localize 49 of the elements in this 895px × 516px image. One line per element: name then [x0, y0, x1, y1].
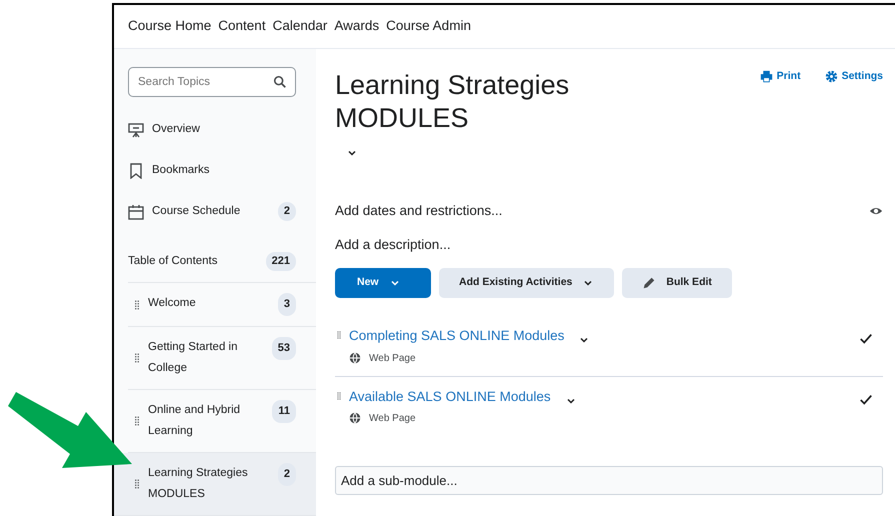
- module-label: Welcome: [148, 296, 197, 311]
- module-item[interactable]: Welcome 3: [128, 283, 316, 327]
- count-badge: 3: [278, 293, 296, 316]
- pencil-icon: [642, 276, 656, 290]
- topic-link[interactable]: Available SALS ONLINE Modules: [349, 386, 551, 407]
- module-label: Getting Started in College: [148, 340, 238, 376]
- sidebar-link[interactable]: Course Schedule: [152, 202, 270, 220]
- count-badge: 11: [272, 400, 296, 423]
- count-badge: 53: [272, 337, 296, 360]
- bookmark-icon: [128, 162, 144, 178]
- nav-link[interactable]: Awards: [334, 16, 380, 37]
- search-icon: [273, 75, 287, 89]
- drag-handle-icon: [132, 477, 142, 491]
- sidebar-link[interactable]: Bookmarks: [152, 162, 296, 180]
- submodule-field[interactable]: Add a sub-module...: [335, 466, 883, 495]
- globe-icon: [349, 412, 361, 424]
- topic-type: Web Page: [369, 352, 416, 366]
- count-badge: 2: [278, 202, 296, 221]
- dates-link[interactable]: Add dates and restrictions...: [335, 201, 502, 222]
- module-label: Online and Hybrid Learning: [148, 403, 242, 439]
- calendar-icon: [128, 204, 144, 220]
- nav-link[interactable]: Calendar: [272, 16, 328, 37]
- globe-icon: [349, 352, 361, 364]
- count-badge: 221: [266, 252, 296, 271]
- toolbar-button[interactable]: Add Existing Activities: [439, 268, 614, 298]
- settings-icon: [824, 70, 838, 84]
- module-title: Learning Strategies MODULES: [335, 69, 570, 135]
- topic-link[interactable]: Completing SALS ONLINE Modules: [349, 326, 564, 346]
- nav-link[interactable]: Course Admin: [386, 16, 471, 37]
- search-field[interactable]: Search Topics: [128, 67, 296, 97]
- drag-handle-icon: [132, 351, 142, 365]
- module-item[interactable]: Learning Strategies MODULES 2: [114, 453, 316, 516]
- module-label: Learning Strategies MODULES: [148, 466, 249, 502]
- sidebar-link[interactable]: Overview: [152, 120, 296, 138]
- drag-handle-icon: [132, 298, 142, 312]
- topic-type: Web Page: [369, 412, 416, 426]
- table-of-contents-link[interactable]: Table of Contents: [128, 252, 218, 270]
- nav-link[interactable]: Course Home: [128, 16, 212, 37]
- new-button[interactable]: New: [335, 268, 431, 298]
- presentation-board-icon: [128, 122, 144, 138]
- nav-link[interactable]: Content: [218, 16, 266, 37]
- toolbar-link[interactable]: Print: [776, 69, 801, 85]
- description-link[interactable]: Add a description...: [335, 235, 451, 256]
- count-badge: 2: [278, 463, 296, 486]
- toolbar-button[interactable]: Bulk Edit: [622, 268, 732, 298]
- module-item[interactable]: Getting Started in College 53: [128, 327, 316, 390]
- printer-icon: [760, 70, 773, 84]
- toolbar-link[interactable]: Settings: [842, 69, 883, 85]
- drag-handle-icon: [132, 414, 142, 428]
